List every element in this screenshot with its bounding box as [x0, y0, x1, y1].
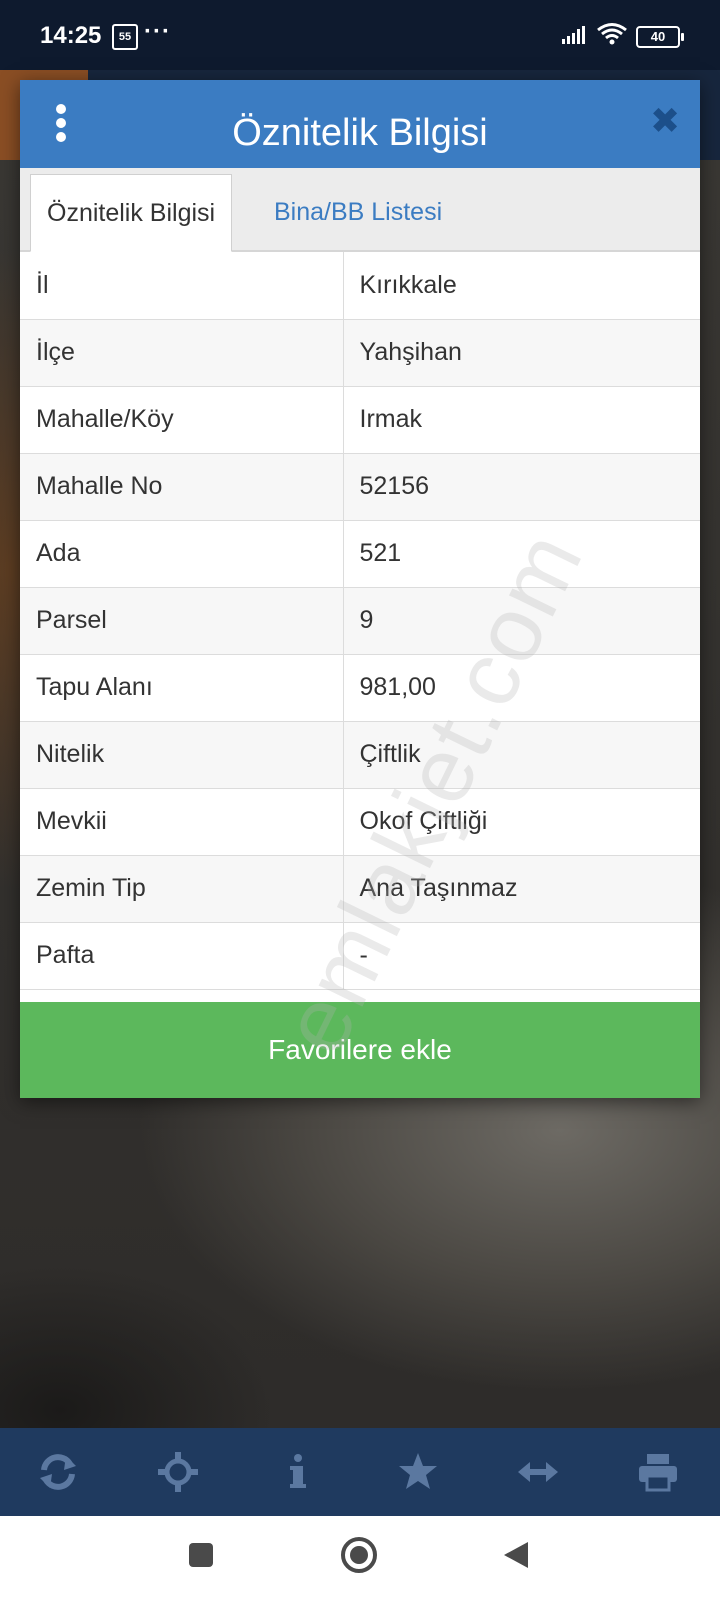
table-row: Parsel 9	[20, 587, 700, 655]
add-favorite-button[interactable]: Favorilere ekle	[20, 1002, 700, 1098]
print-icon[interactable]	[636, 1450, 680, 1494]
status-bar: 14:25 55 ··· 40	[0, 0, 720, 70]
table-row: Pafta -	[20, 922, 700, 990]
locate-icon[interactable]	[156, 1450, 200, 1494]
refresh-icon[interactable]	[36, 1450, 80, 1494]
table-row: Tapu Alanı 981,00	[20, 654, 700, 722]
attribute-value: Yahşihan	[343, 319, 700, 387]
table-row: Mahalle/Köy Irmak	[20, 386, 700, 454]
close-icon[interactable]: ✖	[650, 103, 680, 139]
star-icon[interactable]	[396, 1450, 440, 1494]
attribute-value: Okof Çiftliği	[343, 788, 700, 856]
attribute-value: Irmak	[343, 386, 700, 454]
attribute-key: İl	[20, 252, 344, 320]
tab-building-list[interactable]: Bina/BB Listesi	[258, 174, 458, 250]
system-nav-bar	[0, 1516, 720, 1600]
dialog-title: Öznitelik Bilgisi	[232, 112, 488, 154]
dialog-header: Öznitelik Bilgisi ✖	[20, 80, 700, 168]
map-toolbar	[0, 1428, 720, 1516]
table-row: Mevkii Okof Çiftliği	[20, 788, 700, 856]
table-row: İl Kırıkkale	[20, 252, 700, 320]
attribute-dialog: Öznitelik Bilgisi ✖ Öznitelik Bilgisi Bi…	[20, 80, 700, 1098]
attribute-value: 981,00	[343, 654, 700, 722]
attribute-value: 521	[343, 520, 700, 588]
attribute-key: Pafta	[20, 922, 344, 990]
attribute-value: 9	[343, 587, 700, 655]
attribute-key: Mevkii	[20, 788, 344, 856]
attribute-key: Zemin Tip	[20, 855, 344, 923]
attribute-value: Ana Taşınmaz	[343, 855, 700, 923]
wifi-icon	[597, 23, 627, 45]
measure-icon[interactable]	[516, 1450, 560, 1494]
battery-icon: 40	[636, 26, 684, 48]
info-icon[interactable]	[276, 1450, 320, 1494]
tab-attribute-info[interactable]: Öznitelik Bilgisi	[30, 174, 233, 252]
home-icon[interactable]	[340, 1536, 378, 1574]
attribute-table: İl Kırıkkale İlçe Yahşihan Mahalle/Köy Irmak M…	[20, 252, 700, 990]
attribute-key: Ada	[20, 520, 344, 588]
attribute-key: Nitelik	[20, 721, 344, 789]
dialog-tabs: Öznitelik Bilgisi Bina/BB Listesi	[20, 168, 700, 252]
status-time: 14:25	[40, 22, 102, 49]
attribute-key: Mahalle/Köy	[20, 386, 344, 454]
back-icon[interactable]	[502, 1540, 530, 1570]
table-row: Ada 521	[20, 520, 700, 588]
attribute-key: Tapu Alanı	[20, 654, 344, 722]
more-notifications-icon: ···	[144, 18, 171, 45]
attribute-value: -	[343, 922, 700, 990]
notification-badge-icon: 55	[112, 24, 138, 50]
signal-icon	[562, 26, 585, 44]
recent-apps-icon[interactable]	[188, 1542, 214, 1568]
attribute-key: Parsel	[20, 587, 344, 655]
attribute-key: İlçe	[20, 319, 344, 387]
table-row: Zemin Tip Ana Taşınmaz	[20, 855, 700, 923]
attribute-value: Kırıkkale	[343, 252, 700, 320]
table-row: İlçe Yahşihan	[20, 319, 700, 387]
attribute-value: 52156	[343, 453, 700, 521]
attribute-key: Mahalle No	[20, 453, 344, 521]
table-row: Nitelik Çiftlik	[20, 721, 700, 789]
table-row: Mahalle No 52156	[20, 453, 700, 521]
attribute-value: Çiftlik	[343, 721, 700, 789]
